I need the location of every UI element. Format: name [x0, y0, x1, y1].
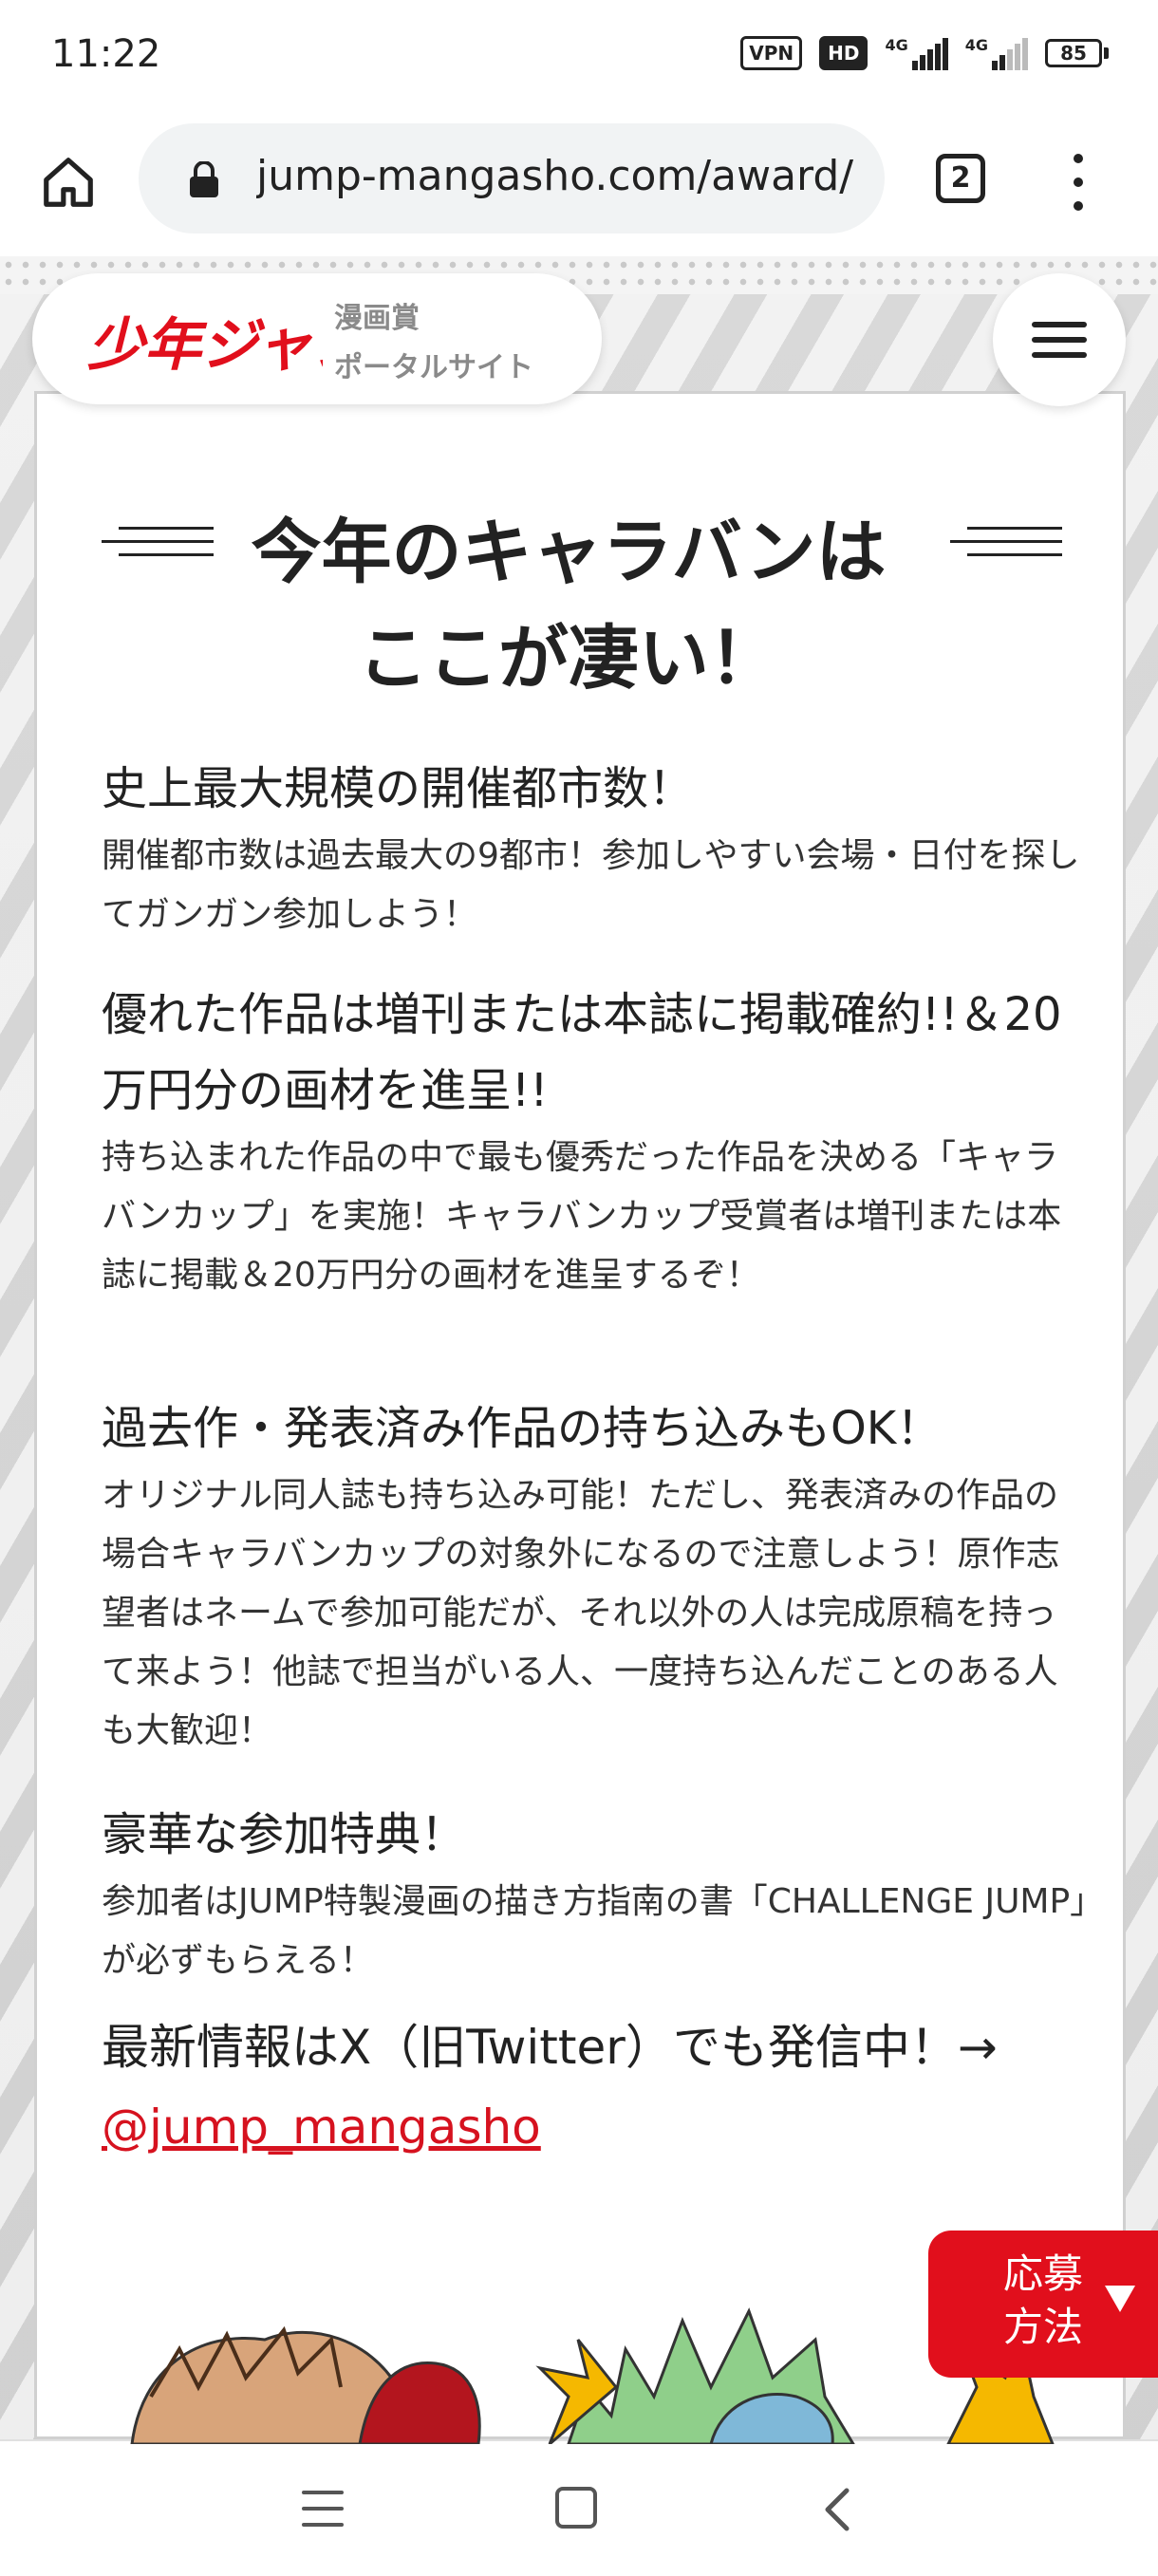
- feature-description: 参加者はJUMP特製漫画の描き方指南の書「CHALLENGE JUMP」が必ずも…: [102, 1882, 1088, 1980]
- clock: 11:22: [51, 32, 161, 76]
- section-heading: 今年のキャラバンは ここが凄い！: [236, 499, 901, 712]
- address-bar[interactable]: jump-mangasho.com/award/: [139, 123, 885, 233]
- subtitle-line-1: 漫画賞: [334, 302, 420, 335]
- x-account-link[interactable]: @jump_mangasho: [102, 2100, 541, 2155]
- status-bar: 11:22 VPN HD 4G 4G 85: [0, 0, 1158, 114]
- battery-icon: 85: [1045, 39, 1109, 67]
- vpn-icon: VPN: [740, 36, 803, 70]
- heading-line-1: 今年のキャラバンは: [251, 512, 887, 594]
- logo-text: 少年ジャンプ: [87, 312, 323, 379]
- tabs-icon[interactable]: 2: [936, 154, 985, 203]
- lock-icon: [188, 160, 220, 203]
- x-notice: 最新情報はX（旧Twitter）でも発信中！→ @jump_mangasho: [102, 2007, 1089, 2167]
- subtitle-line-2: ポータルサイト: [334, 351, 533, 384]
- heading-line-2: ここが凄い！: [358, 618, 779, 700]
- back-icon[interactable]: [816, 2487, 858, 2536]
- feature-title: 優れた作品は増刊または本誌に掲載確約!!＆20万円分の画材を進呈!!: [102, 988, 1062, 1117]
- feature-item: 優れた作品は増刊または本誌に掲載確約!!＆20万円分の画材を進呈!! 持ち込まれ…: [102, 977, 1089, 1305]
- more-vert-icon[interactable]: [1061, 154, 1095, 211]
- feature-item: 過去作・発表済み作品の持ち込みもOK！ オリジナル同人誌も持ち込み可能！ただし、…: [102, 1391, 1089, 1761]
- home-icon[interactable]: [34, 148, 103, 216]
- site-logo[interactable]: 少年ジャンプ 漫画賞 ポータルサイト: [32, 273, 602, 404]
- heading-deco-left: [102, 523, 214, 563]
- feature-title: 豪華な参加特典！: [102, 1808, 467, 1861]
- signal-icon: 4G: [965, 36, 1028, 70]
- feature-description: オリジナル同人誌も持ち込み可能！ただし、発表済みの作品の場合キャラバンカップの対…: [102, 1476, 1060, 1750]
- content-card: 今年のキャラバンは ここが凄い！ 史上最大規模の開催都市数！ 開催都市数は過去最…: [34, 391, 1126, 2444]
- hamburger-icon[interactable]: [993, 273, 1126, 406]
- url-text: jump-mangasho.com/award/: [256, 152, 854, 200]
- feature-description: 持ち込まれた作品の中で最も優秀だった作品を決める「キャラバンカップ」を実施！キャ…: [102, 1138, 1062, 1295]
- jump-logo-icon: 少年ジャンプ: [85, 302, 323, 379]
- hd-icon: HD: [819, 36, 868, 70]
- feature-description: 開催都市数は過去最大の9都市！参加しやすい会場・日付を探してガンガン参加しよう！: [102, 836, 1080, 934]
- apply-method-button[interactable]: 応募方法: [928, 2231, 1158, 2378]
- feature-title: 史上最大規模の開催都市数！: [102, 762, 695, 815]
- feature-item: 豪華な参加特典！ 参加者はJUMP特製漫画の描き方指南の書「CHALLENGE …: [102, 1797, 1089, 1990]
- portal-subtitle: 漫画賞 ポータルサイト: [334, 294, 533, 393]
- signal-icon: 4G: [885, 36, 948, 70]
- system-nav-bar: [0, 2439, 1158, 2576]
- feature-item: 史上最大規模の開催都市数！ 開催都市数は過去最大の9都市！参加しやすい会場・日付…: [102, 751, 1089, 944]
- system-icons: VPN HD 4G 4G 85: [740, 36, 1109, 70]
- triangle-down-icon: [1105, 2286, 1135, 2312]
- browser-toolbar: jump-mangasho.com/award/ 2: [0, 114, 1158, 256]
- recents-icon[interactable]: [302, 2491, 344, 2527]
- apply-method-label: 応募方法: [1002, 2250, 1083, 2350]
- heading-deco-right: [950, 523, 1062, 563]
- x-notice-text: 最新情報はX（旧Twitter）でも発信中！→: [102, 2020, 998, 2075]
- feature-title: 過去作・発表済み作品の持ち込みもOK！: [102, 1402, 943, 1455]
- home-square-icon[interactable]: [555, 2487, 597, 2529]
